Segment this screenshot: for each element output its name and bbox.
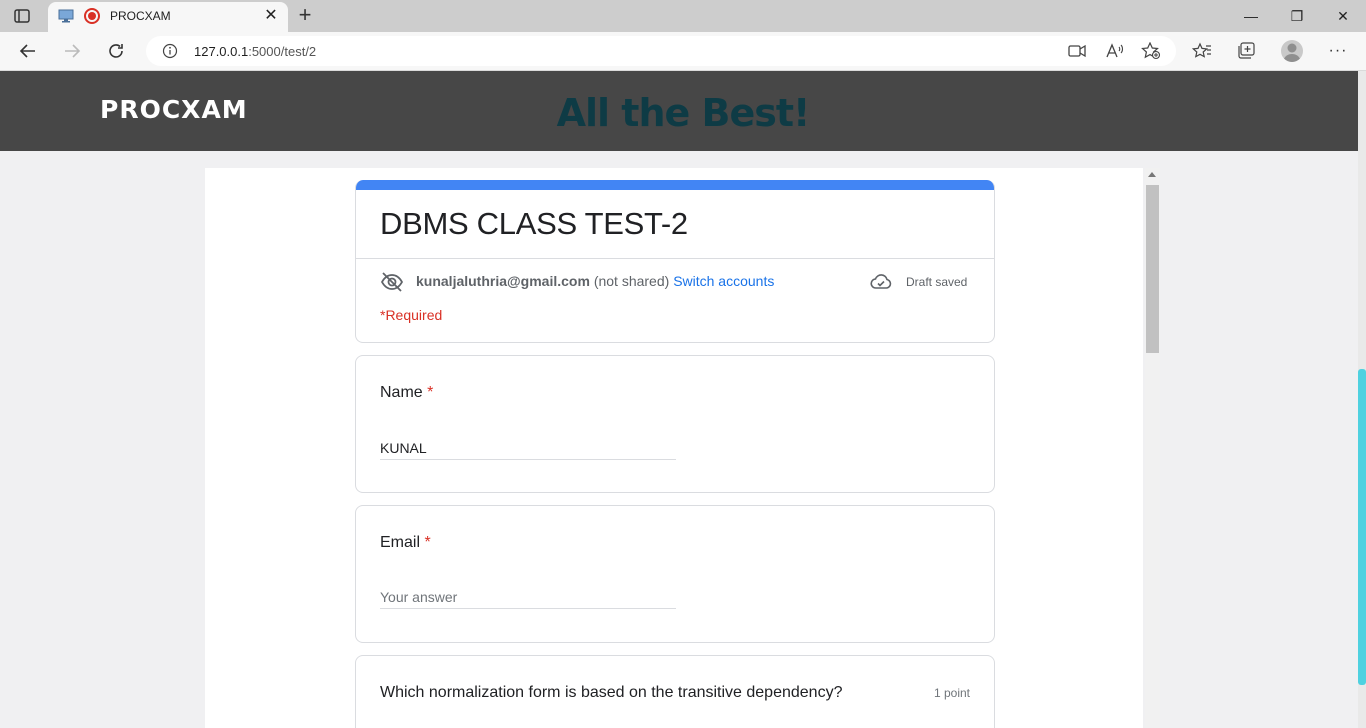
tab-strip: PROCXAM ✕ + — ❐ ✕ (0, 0, 1366, 32)
form-frame: DBMS CLASS TEST-2 kunaljaluthria@gmail.c… (205, 168, 1143, 728)
not-shared-label: (not shared) (593, 273, 670, 289)
page-scrollbar-thumb[interactable] (1358, 369, 1366, 685)
points-badge: 1 point (933, 686, 970, 700)
question-card-normalization: Which normalization form is based on the… (355, 655, 995, 728)
form-frame-scrollbar[interactable] (1145, 168, 1160, 728)
email-input[interactable] (380, 585, 676, 609)
form-accent-bar (356, 180, 994, 190)
url-path: :5000/test/2 (248, 44, 317, 59)
monitor-favicon-icon (58, 9, 74, 23)
site-info-icon[interactable] (162, 43, 178, 59)
question-text: Email (380, 534, 421, 551)
question-text: Name (380, 384, 423, 401)
form-frame-scrollbar-thumb[interactable] (1146, 185, 1159, 353)
reload-icon[interactable] (105, 40, 127, 62)
question-label: Name * (380, 384, 433, 402)
forward-arrow-icon[interactable] (61, 40, 83, 62)
back-arrow-icon[interactable] (17, 40, 39, 62)
account-email: kunaljaluthria@gmail.com (416, 273, 590, 289)
name-input[interactable] (380, 436, 676, 460)
account-info: kunaljaluthria@gmail.com (not shared) Sw… (416, 273, 774, 289)
restore-button[interactable]: ❐ (1287, 6, 1307, 26)
required-star: * (424, 534, 431, 551)
required-note: *Required (380, 307, 443, 323)
draft-status: Draft saved (906, 275, 968, 289)
switch-accounts-link[interactable]: Switch accounts (673, 273, 774, 289)
url-host: 127.0.0.1 (194, 44, 249, 59)
tab-close-icon[interactable]: ✕ (262, 6, 280, 26)
browser-toolbar: 127.0.0.1:5000/test/2 ··· (0, 32, 1366, 71)
form-title-card: DBMS CLASS TEST-2 kunaljaluthria@gmail.c… (355, 180, 995, 343)
video-camera-icon[interactable] (1066, 40, 1088, 62)
required-star: * (427, 384, 434, 401)
form-title: DBMS CLASS TEST-2 (380, 206, 688, 241)
question-label: Email * (380, 534, 431, 552)
settings-menu-button[interactable]: ··· (1327, 40, 1349, 62)
question-card-email: Email * (355, 505, 995, 643)
question-text: Which normalization form is based on the… (380, 684, 843, 701)
divider (356, 258, 994, 259)
add-favorite-icon[interactable] (1140, 40, 1162, 62)
cloud-done-icon (870, 273, 892, 291)
browser-tab[interactable]: PROCXAM ✕ (48, 2, 288, 32)
favorites-icon[interactable] (1191, 40, 1213, 62)
new-tab-button[interactable]: + (294, 4, 316, 26)
motto-heading: All the Best! (556, 91, 811, 135)
minimize-button[interactable]: — (1241, 6, 1261, 26)
tab-actions-icon[interactable] (12, 7, 32, 25)
scroll-up-arrow-icon[interactable] (1148, 172, 1156, 177)
site-header: PROCXAM All the Best! (0, 71, 1358, 151)
window-close-button[interactable]: ✕ (1333, 6, 1353, 26)
tab-title: PROCXAM (110, 9, 171, 23)
read-aloud-icon[interactable] (1104, 40, 1126, 62)
address-bar[interactable]: 127.0.0.1:5000/test/2 (146, 36, 1176, 66)
url-text: 127.0.0.1:5000/test/2 (194, 44, 316, 59)
question-card-name: Name * (355, 355, 995, 493)
recording-indicator-icon (84, 8, 100, 24)
collections-icon[interactable] (1235, 40, 1257, 62)
page-scrollbar[interactable] (1358, 71, 1366, 728)
profile-avatar-icon[interactable] (1281, 40, 1303, 62)
eye-off-icon (380, 271, 404, 293)
